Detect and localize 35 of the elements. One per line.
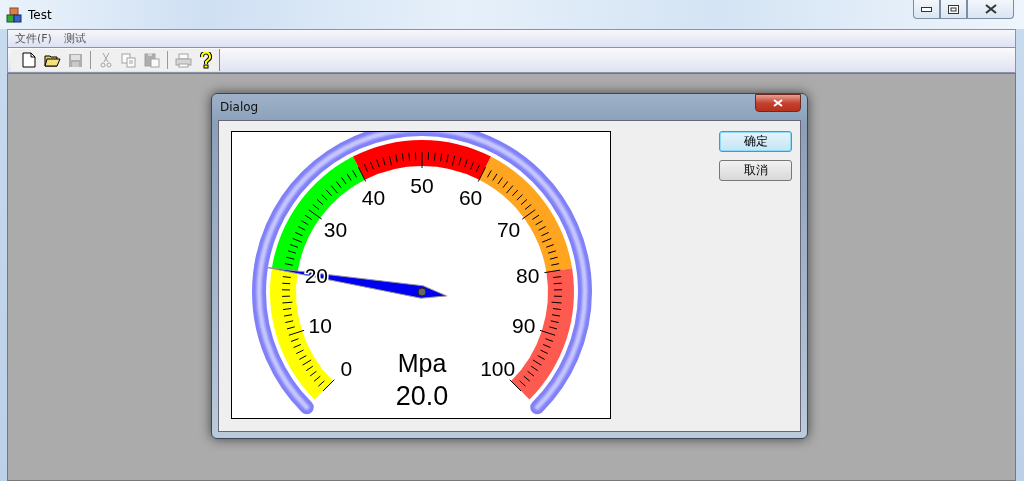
minimize-icon [921,6,932,12]
window-title: Test [28,7,52,22]
dialog-button[interactable]: 取消 [719,160,792,181]
dialog-close-button[interactable] [755,94,801,112]
gauge-scale-label: 90 [512,314,536,338]
scissors-icon [100,52,112,68]
gauge-scale-label: 40 [361,185,386,209]
maximize-icon [948,4,959,14]
app-icon [6,6,22,23]
close-button[interactable] [967,0,1014,19]
gauge-unit: Mpa [397,349,447,377]
gauge-scale-label: 50 [410,174,434,197]
folder-icon [43,53,61,67]
gauge-scale-label: 100 [480,356,516,380]
gauge-scale-label: 60 [458,185,483,209]
toolbar-button[interactable] [19,50,39,70]
gauge-scale-label: 10 [308,314,332,338]
gauge-scale-label: 70 [496,218,521,242]
copy-icon [121,52,137,68]
gauge-scale-label: 0 [340,356,353,380]
new-file-icon [22,52,36,68]
clipboard-icon [144,52,160,68]
menu-item[interactable]: 测试 [58,31,91,46]
printer-icon [174,52,192,68]
maximize-button[interactable] [940,0,967,19]
help-icon [200,51,212,69]
dialog-title: Dialog [219,100,259,114]
close-icon [984,4,997,14]
menu-item[interactable]: 文件(F) [10,31,57,46]
gauge-scale-label: 80 [516,264,540,288]
dialog-button[interactable]: 确定 [719,131,792,152]
minimize-button[interactable] [913,0,940,19]
close-icon [773,99,783,107]
gauge-reading: 20.0 [395,381,449,411]
gauge-scale-label: 30 [323,218,348,242]
